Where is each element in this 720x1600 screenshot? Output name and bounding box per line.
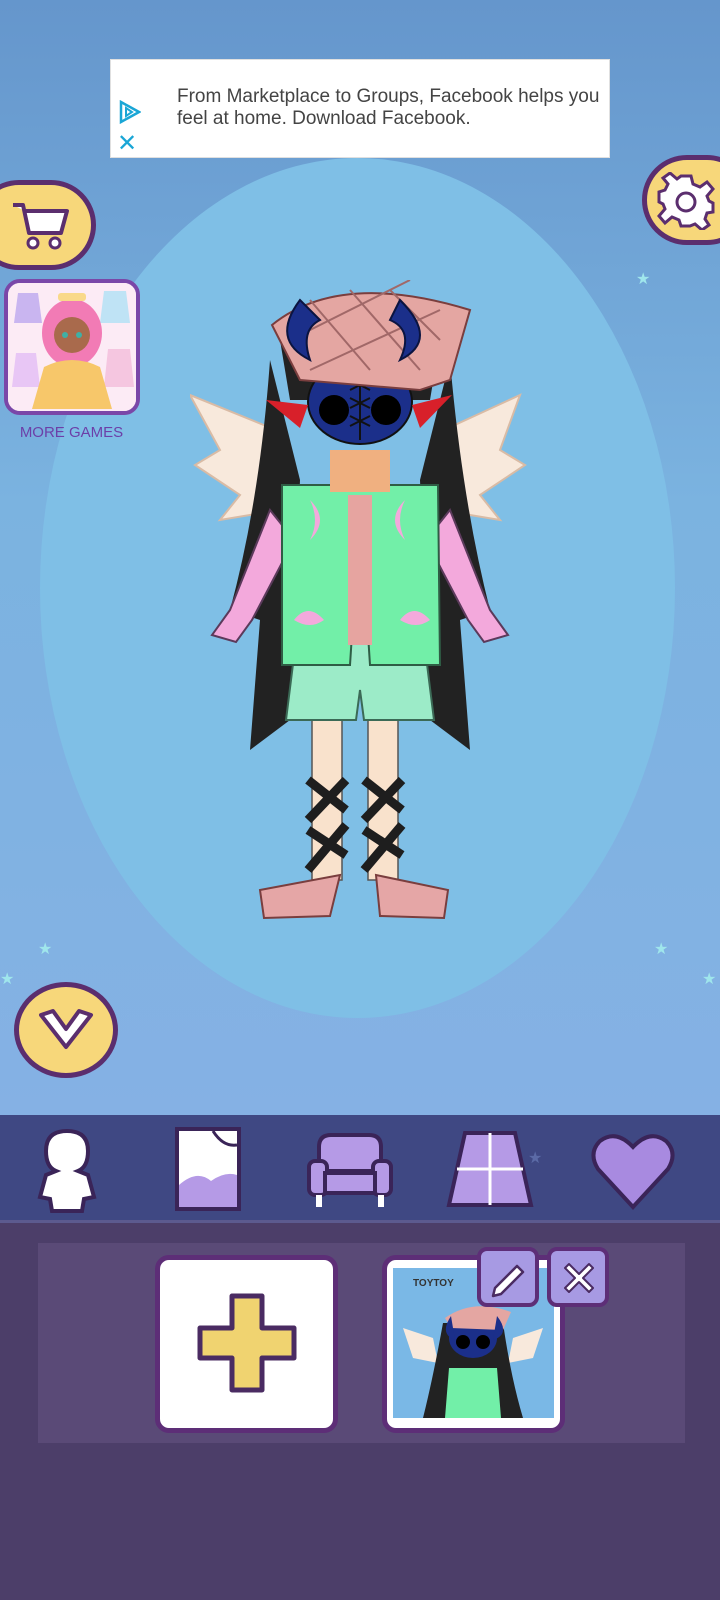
sofa-icon — [307, 1133, 393, 1207]
floor-tiles-icon — [446, 1131, 534, 1207]
add-outfit-button[interactable] — [155, 1255, 338, 1433]
saved-outfits-panel: TOYTOY — [0, 1220, 720, 1600]
star-decoration: ★ — [38, 941, 53, 958]
character-figure — [190, 280, 527, 920]
shop-button[interactable] — [0, 180, 96, 270]
close-icon[interactable]: ✕ — [117, 132, 137, 156]
star-decoration: ★ — [636, 271, 651, 288]
star-decoration: ★ — [528, 1150, 543, 1167]
saved-outfit-brand: TOYTOY — [413, 1278, 454, 1289]
more-games-artwork — [8, 283, 136, 411]
tab-floor[interactable] — [445, 1125, 535, 1215]
ad-text[interactable]: From Marketplace to Groups, Facebook hel… — [177, 86, 605, 130]
more-games-thumbnail[interactable] — [4, 279, 140, 415]
delete-outfit-button[interactable] — [547, 1247, 609, 1307]
cart-icon — [13, 203, 69, 250]
settings-button[interactable] — [642, 155, 720, 245]
star-decoration: ★ — [0, 971, 15, 988]
adchoices-play-icon[interactable] — [117, 100, 141, 124]
pencil-icon — [491, 1264, 525, 1298]
character-silhouette-icon — [37, 1128, 97, 1213]
tab-background[interactable] — [163, 1125, 253, 1215]
heart-icon — [591, 1134, 675, 1210]
ad-banner[interactable]: ✕ From Marketplace to Groups, Facebook h… — [110, 59, 610, 158]
chevron-down-icon — [39, 1009, 93, 1049]
plus-icon — [197, 1293, 297, 1393]
star-decoration: ★ — [702, 971, 717, 988]
close-icon — [564, 1263, 594, 1293]
gear-icon — [657, 172, 715, 230]
star-decoration: ★ — [654, 941, 669, 958]
tab-character[interactable] — [22, 1125, 112, 1215]
collapse-button[interactable] — [14, 982, 118, 1078]
category-tabbar: ★ — [0, 1115, 720, 1220]
background-frame-icon — [175, 1127, 241, 1211]
tab-furniture[interactable] — [305, 1125, 395, 1215]
edit-outfit-button[interactable] — [477, 1247, 539, 1307]
dressup-stage: ★ ★ ★ ★ ★ ✕ From Marketplace to Groups, … — [0, 0, 720, 1115]
tab-favorites[interactable] — [588, 1125, 678, 1215]
more-games-label[interactable]: MORE GAMES — [0, 424, 143, 441]
